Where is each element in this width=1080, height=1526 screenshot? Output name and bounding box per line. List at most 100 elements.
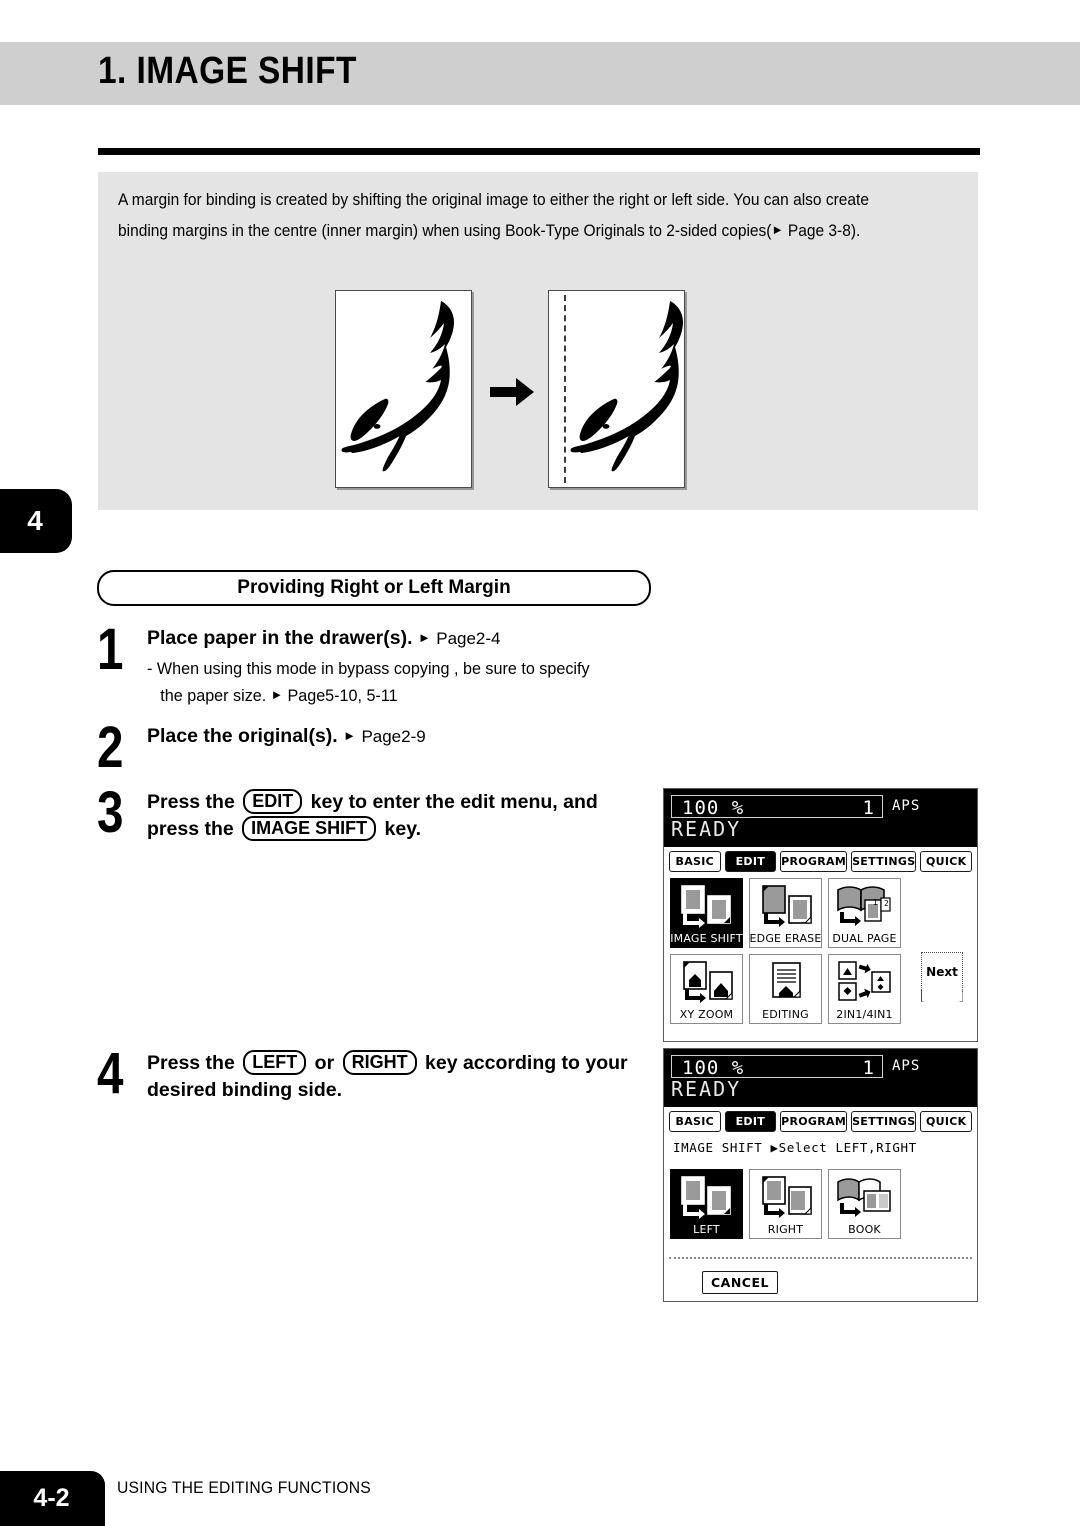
left-keycap[interactable]: LEFT xyxy=(243,1050,307,1075)
section-heading-label: Providing Right or Left Margin xyxy=(237,577,511,598)
chapter-number-tab: 4 xyxy=(0,489,72,553)
step-4-line-1: Press the LEFT or RIGHT key according to… xyxy=(147,1050,628,1077)
step-1-subline-2-ref: Page5-10, 5-11 xyxy=(287,686,398,705)
lcd2-paper-mode: APS xyxy=(892,1058,921,1074)
svg-text:1: 1 xyxy=(873,898,878,907)
intro-panel: A margin for binding is created by shift… xyxy=(98,172,978,510)
xy-zoom-icon xyxy=(682,961,733,1003)
lcd1-status-text: READY xyxy=(671,817,742,841)
whale-illustration-shifted xyxy=(549,291,684,487)
lcd1-button-2in1-4in1[interactable]: 2IN1/4IN1 xyxy=(828,954,901,1024)
step-1-ref: Page2-4 xyxy=(436,629,501,648)
svg-text:2: 2 xyxy=(884,899,889,908)
step-1-title: Place paper in the drawer(s). ► Page2-4 xyxy=(147,624,613,652)
lcd1-tab-basic[interactable]: BASIC xyxy=(669,851,721,872)
lcd1-button-editing[interactable]: EDITING xyxy=(749,954,822,1024)
image-shift-keycap[interactable]: IMAGE SHIFT xyxy=(242,816,377,841)
lcd1-button-2in1-4in1-label: 2IN1/4IN1 xyxy=(836,1008,893,1021)
lcd1-next-button[interactable]: Next xyxy=(921,952,963,992)
edge-erase-icon xyxy=(761,885,812,927)
section-heading-pill: Providing Right or Left Margin xyxy=(97,570,651,606)
2in1-4in1-icon xyxy=(837,961,891,1001)
lcd1-button-xy-zoom[interactable]: XY ZOOM xyxy=(670,954,743,1024)
step-4-line-1-mid: or xyxy=(314,1052,335,1074)
lcd1-button-edge-erase-label: EDGE ERASE xyxy=(749,932,822,945)
lcd1-tab-edit[interactable]: EDIT xyxy=(724,851,777,872)
original-page-thumbnail xyxy=(335,290,472,488)
step-3-line-2-pre: press the xyxy=(147,818,234,840)
header-rule xyxy=(98,148,980,155)
lcd2-button-book-label: BOOK xyxy=(848,1223,881,1236)
intro-paragraph: A margin for binding is created by shift… xyxy=(118,186,912,246)
lcd1-button-editing-label: EDITING xyxy=(762,1008,809,1021)
lcd2-cancel-button[interactable]: CANCEL xyxy=(702,1271,778,1294)
lcd2-status-bar: 100 % 1 APS READY xyxy=(664,1049,977,1107)
lcd1-ratio-box: 100 % 1 xyxy=(671,795,883,819)
intro-paragraph-ref: Page 3-8). xyxy=(783,222,861,240)
step-1-title-text: Place paper in the drawer(s). xyxy=(147,627,413,649)
shift-arrow-icon xyxy=(490,378,534,406)
whale-illustration-original xyxy=(336,291,471,487)
page-ref-arrow-icon: ► xyxy=(417,630,431,645)
lcd2-divider xyxy=(669,1257,972,1259)
lcd1-tab-quick[interactable]: QUICK xyxy=(920,851,972,872)
lcd2-tab-settings[interactable]: SETTINGS xyxy=(851,1111,917,1132)
right-keycap[interactable]: RIGHT xyxy=(342,1050,417,1075)
edit-keycap[interactable]: EDIT xyxy=(243,789,303,814)
lcd2-prompt-text: IMAGE SHIFT ▶Select LEFT,RIGHT xyxy=(673,1140,917,1155)
lcd2-tab-basic[interactable]: BASIC xyxy=(669,1111,721,1132)
lcd2-button-right-label: RIGHT xyxy=(767,1223,804,1236)
lcd1-tab-settings[interactable]: SETTINGS xyxy=(851,851,917,872)
lcd1-next-button-label: Next xyxy=(926,965,958,979)
lcd1-tab-program[interactable]: PROGRAM xyxy=(780,851,848,872)
lcd2-button-book[interactable]: BOOK xyxy=(828,1169,901,1239)
lcd2-status-text: READY xyxy=(671,1077,742,1101)
lcd1-status-bar: 100 % 1 APS READY xyxy=(664,789,977,847)
step-3-line-1-pre: Press the xyxy=(147,791,235,813)
step-1-subline-2: the paper size. ► Page5-10, 5-11 xyxy=(147,682,590,709)
lcd1-button-image-shift[interactable]: IMAGE SHIFT xyxy=(670,878,743,948)
shift-left-icon xyxy=(680,1176,731,1219)
lcd2-tab-bar: BASIC EDIT PROGRAM SETTINGS QUICK xyxy=(664,1107,977,1134)
shift-right-icon xyxy=(761,1176,812,1218)
step-1-number: 1 xyxy=(97,617,124,682)
lcd2-tab-program[interactable]: PROGRAM xyxy=(780,1111,848,1132)
step-3-line-2-post: key. xyxy=(384,818,422,840)
shifted-page-thumbnail xyxy=(548,290,685,488)
lcd2-cancel-button-label: CANCEL xyxy=(711,1275,769,1290)
lcd2-body: IMAGE SHIFT ▶Select LEFT,RIGHT LEFT RIGH… xyxy=(664,1134,977,1301)
step-2-title-text: Place the original(s). xyxy=(147,725,338,747)
lcd1-button-image-shift-label: IMAGE SHIFT xyxy=(670,932,743,945)
lcd2-button-right[interactable]: RIGHT xyxy=(749,1169,822,1239)
step-2-title: Place the original(s). ► Page2-9 xyxy=(147,722,426,750)
lcd2-tab-quick[interactable]: QUICK xyxy=(920,1111,972,1132)
image-shift-icon xyxy=(680,885,731,928)
lcd-screen-edit-menu[interactable]: 100 % 1 APS READY BASIC EDIT PROGRAM SET… xyxy=(663,788,978,1042)
illustration-image-shift xyxy=(98,290,978,505)
footer-page-tab: 4-2 xyxy=(0,1471,105,1526)
lcd2-ratio-box: 100 % 1 xyxy=(671,1055,883,1079)
step-4-line-2: desired binding side. xyxy=(147,1079,343,1101)
lcd2-button-row: LEFT RIGHT BOOK xyxy=(664,1155,977,1239)
lcd1-button-dual-page-label: DUAL PAGE xyxy=(832,932,897,945)
page-title: 1. IMAGE SHIFT xyxy=(98,50,357,92)
step-1-subline-1: - When using this mode in bypass copying… xyxy=(147,659,590,678)
lcd2-zoom-ratio: 100 % xyxy=(682,1057,745,1079)
lcd-screen-image-shift-select[interactable]: 100 % 1 APS READY BASIC EDIT PROGRAM SET… xyxy=(663,1048,978,1302)
lcd1-button-xy-zoom-label: XY ZOOM xyxy=(679,1008,734,1021)
step-2-number: 2 xyxy=(97,715,124,780)
lcd1-button-edge-erase[interactable]: EDGE ERASE xyxy=(749,878,822,948)
lcd2-button-left[interactable]: LEFT xyxy=(670,1169,743,1239)
lcd1-button-dual-page[interactable]: 1 2 DUAL PAGE xyxy=(828,878,901,948)
step-3-line-2: press the IMAGE SHIFT key. xyxy=(147,816,598,843)
step-4-number: 4 xyxy=(97,1041,124,1106)
page-ref-arrow-icon: ► xyxy=(771,222,784,237)
page-ref-arrow-icon: ► xyxy=(270,687,283,702)
intro-paragraph-text: A margin for binding is created by shift… xyxy=(118,191,869,240)
step-4-line-1-post: key according to your xyxy=(425,1052,628,1074)
editing-icon xyxy=(771,962,801,998)
lcd1-paper-mode: APS xyxy=(892,798,921,814)
dual-page-icon: 1 2 xyxy=(836,886,891,926)
lcd2-tab-edit[interactable]: EDIT xyxy=(724,1111,777,1132)
lcd1-button-row-1: IMAGE SHIFT EDGE ERASE 1 2 DUAL PAGE xyxy=(664,874,977,948)
